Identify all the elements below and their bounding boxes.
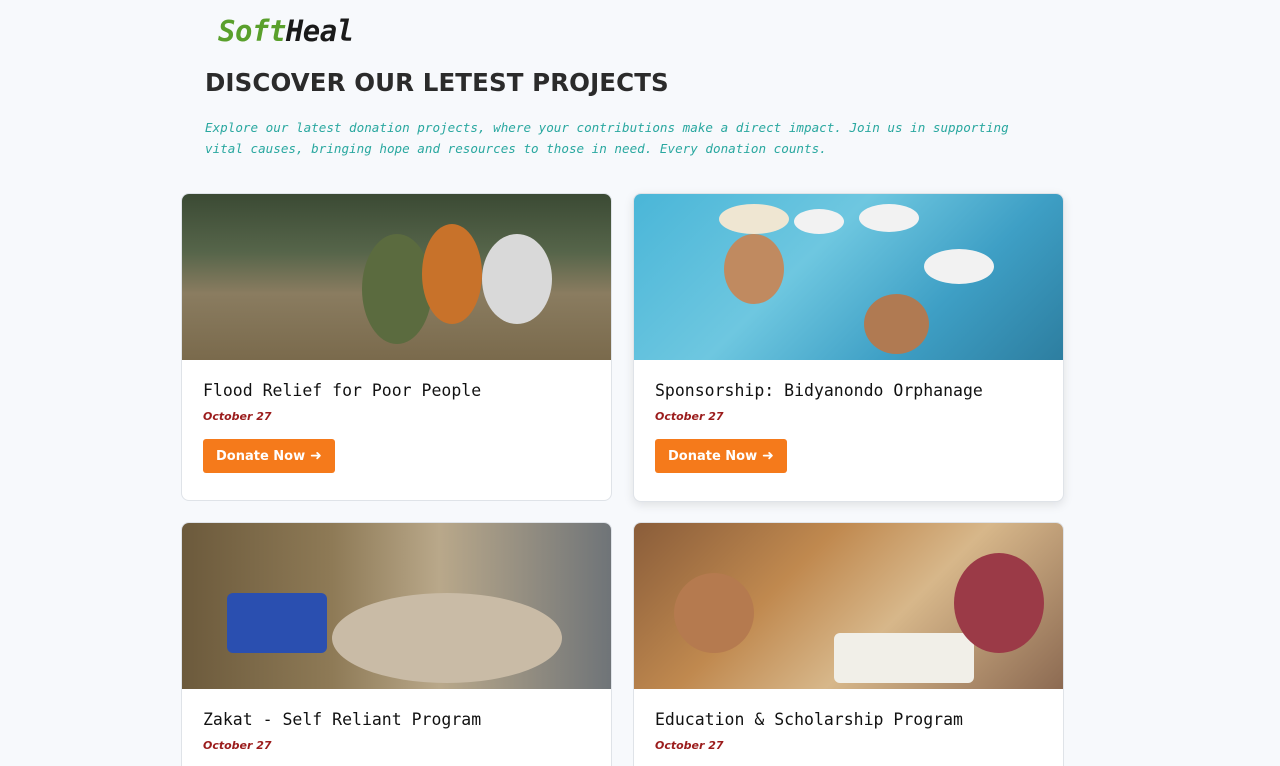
- donate-now-button[interactable]: Donate Now ➜: [655, 439, 787, 473]
- project-title[interactable]: Zakat - Self Reliant Program: [203, 709, 590, 731]
- arrow-right-icon: ➜: [762, 448, 774, 464]
- project-card: Zakat - Self Reliant Program October 27: [181, 522, 612, 766]
- project-card: Education & Scholarship Program October …: [633, 522, 1064, 766]
- project-date: October 27: [203, 739, 272, 752]
- zakat-cow-photo: [182, 523, 611, 689]
- project-title[interactable]: Sponsorship: Bidyanondo Orphanage: [655, 380, 1042, 402]
- project-card: Flood Relief for Poor People October 27 …: [181, 193, 612, 501]
- project-card: Sponsorship: Bidyanondo Orphanage Octobe…: [633, 193, 1064, 502]
- logo-part-heal: Heal: [285, 14, 354, 48]
- arrow-right-icon: ➜: [310, 448, 322, 464]
- donate-button-label: Donate Now: [216, 448, 306, 464]
- project-date: October 27: [655, 739, 724, 752]
- classroom-children-photo: [634, 523, 1063, 689]
- logo-part-soft: Soft: [218, 14, 286, 48]
- page-title: DISCOVER OUR LETEST PROJECTS: [205, 68, 669, 97]
- flood-relief-photo: [182, 194, 611, 360]
- intro-text: Explore our latest donation projects, wh…: [205, 120, 1009, 156]
- site-logo[interactable]: SoftHeal: [218, 14, 354, 48]
- donate-now-button[interactable]: Donate Now ➜: [203, 439, 335, 473]
- orphanage-children-photo: [634, 194, 1063, 360]
- project-date: October 27: [203, 410, 272, 423]
- donate-button-label: Donate Now: [668, 448, 758, 464]
- project-title[interactable]: Education & Scholarship Program: [655, 709, 1042, 731]
- project-title[interactable]: Flood Relief for Poor People: [203, 380, 590, 402]
- project-date: October 27: [655, 410, 724, 423]
